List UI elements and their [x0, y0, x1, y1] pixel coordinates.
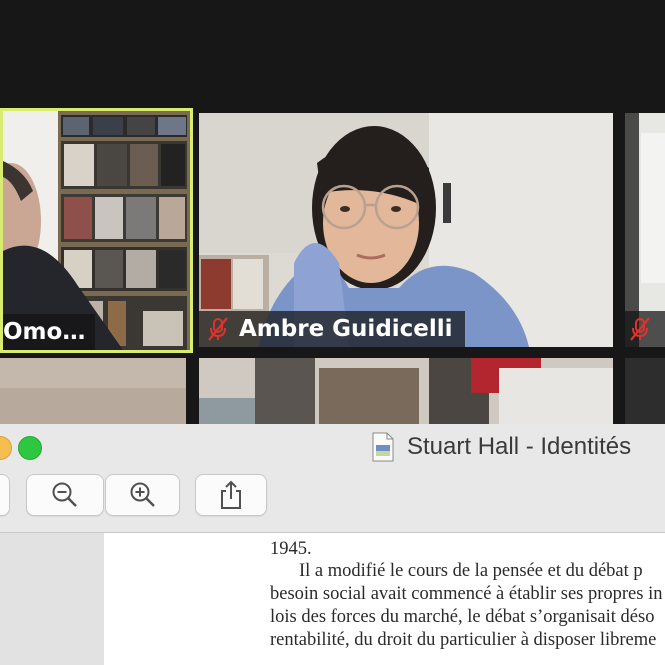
zoom-out-icon [52, 482, 77, 507]
participant-tile[interactable]: Ambre Guidicelli [199, 113, 613, 347]
share-button[interactable] [195, 474, 267, 516]
preview-window: Stuart Hall - Identités 1945. Il a modif… [0, 424, 665, 665]
text-line: lois des forces du marché, le débat s’or… [270, 607, 655, 627]
window-title: Stuart Hall - Identités [407, 433, 632, 460]
microphone-muted-icon [627, 316, 653, 342]
text-line-partial [270, 654, 275, 665]
participant-tile[interactable] [0, 358, 186, 430]
text-line: besoin social avait commencé à établir s… [270, 584, 663, 604]
microphone-muted-icon [205, 316, 231, 342]
text-line: Il a modifié le cours de la pensée et du… [299, 561, 643, 581]
window-titlebar[interactable]: Stuart Hall - Identités [0, 424, 665, 472]
zoom-gallery: Omo… Ambre Guidicelli [0, 0, 665, 430]
participant-tile[interactable] [625, 358, 665, 430]
participant-video [625, 358, 665, 430]
pdf-page[interactable]: 1945. Il a modifié le cours de la pensée… [104, 533, 665, 665]
participant-tile[interactable] [199, 358, 613, 430]
text-line: 1945. [270, 539, 312, 559]
participant-name-tag [625, 311, 665, 347]
participant-video [0, 358, 186, 430]
participant-name: Ambre Guidicelli [239, 316, 453, 342]
text-line: rentabilité, du droit du particulier à d… [270, 630, 657, 650]
share-icon [221, 480, 241, 509]
participant-name-tag: Omo… [3, 314, 96, 350]
minimize-button[interactable] [0, 436, 12, 460]
pdf-document-icon[interactable] [371, 432, 395, 462]
zoom-in-button[interactable] [105, 474, 180, 516]
participant-name-tag: Ambre Guidicelli [199, 311, 465, 347]
participant-video [199, 358, 613, 430]
preview-toolbar [0, 472, 665, 533]
fullscreen-button[interactable] [18, 436, 42, 460]
zoom-in-icon [130, 482, 155, 507]
participant-tile[interactable] [625, 113, 665, 347]
thumbnail-sidebar[interactable] [0, 533, 104, 665]
participant-name: Omo… [3, 319, 86, 345]
zoom-out-button[interactable] [26, 474, 104, 516]
participant-tile-active[interactable]: Omo… [0, 108, 193, 353]
sidebar-toggle-button[interactable] [0, 474, 10, 516]
